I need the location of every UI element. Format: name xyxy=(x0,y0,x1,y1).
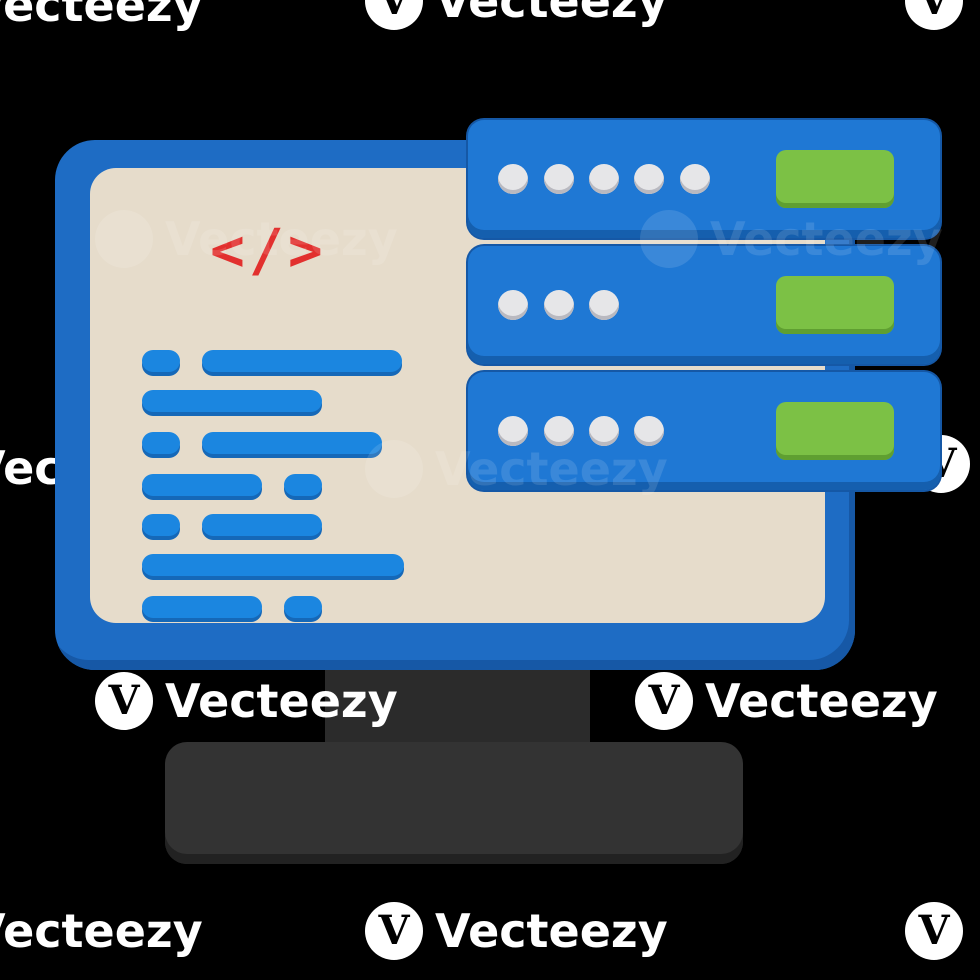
watermark-text: Vecteezy xyxy=(435,0,668,28)
vecteezy-logo-icon: V xyxy=(365,0,423,30)
vecteezy-logo-icon: V xyxy=(905,0,963,30)
watermark-text: Vecteezy xyxy=(705,674,938,728)
vecteezy-logo-icon xyxy=(95,210,153,268)
vecteezy-logo-icon: V xyxy=(365,902,423,960)
watermark-text: Vecteezy xyxy=(0,0,203,32)
server-indicator-dot xyxy=(589,290,619,320)
watermark: Vecteezy xyxy=(0,0,203,28)
server-indicator-dot xyxy=(544,290,574,320)
code-line xyxy=(284,596,322,618)
code-line xyxy=(284,474,322,496)
watermark: V Vecteezy xyxy=(365,0,668,30)
watermark-text: Vecteezy xyxy=(710,212,943,266)
watermark: V xyxy=(905,902,963,960)
code-line xyxy=(142,432,180,454)
server-indicator-dot xyxy=(589,164,619,194)
code-line xyxy=(202,514,322,536)
code-line xyxy=(142,596,262,618)
watermark: V Vecteezy xyxy=(635,672,938,730)
server-status-led xyxy=(776,150,894,208)
watermark-text: Vecteezy xyxy=(435,442,668,496)
server-indicator-dot xyxy=(680,164,710,194)
code-line xyxy=(142,514,180,536)
watermark-text: Vecteezy xyxy=(435,904,668,958)
watermark: Vecteezy xyxy=(95,210,398,268)
vecteezy-logo-icon xyxy=(640,210,698,268)
watermark-text: Vecteezy xyxy=(165,674,398,728)
vecteezy-logo-icon: V xyxy=(95,672,153,730)
code-line xyxy=(202,432,382,454)
monitor-base xyxy=(165,742,743,864)
server-status-led xyxy=(776,402,894,460)
server-status-led xyxy=(776,276,894,334)
watermark: Vecteezy xyxy=(640,210,943,268)
code-line xyxy=(142,350,180,372)
server-indicator-dot xyxy=(498,164,528,194)
watermark-text: Vecteezy xyxy=(0,904,203,958)
code-line xyxy=(142,390,322,412)
watermark: V Vecteezy xyxy=(365,902,668,960)
server-indicator-dot xyxy=(498,290,528,320)
code-line xyxy=(142,554,404,576)
code-line xyxy=(142,474,262,496)
vecteezy-logo-icon: V xyxy=(635,672,693,730)
watermark-text: Vecteezy xyxy=(165,212,398,266)
watermark: V xyxy=(905,0,963,30)
watermark: Vecteezy xyxy=(365,440,668,498)
vecteezy-logo-icon: V xyxy=(905,902,963,960)
vecteezy-logo-icon xyxy=(365,440,423,498)
server-indicator-dot xyxy=(634,164,664,194)
watermark: Vecteezy xyxy=(0,908,203,954)
code-line xyxy=(202,350,402,372)
server-indicator-dot xyxy=(544,164,574,194)
watermark: V Vecteezy xyxy=(95,672,398,730)
